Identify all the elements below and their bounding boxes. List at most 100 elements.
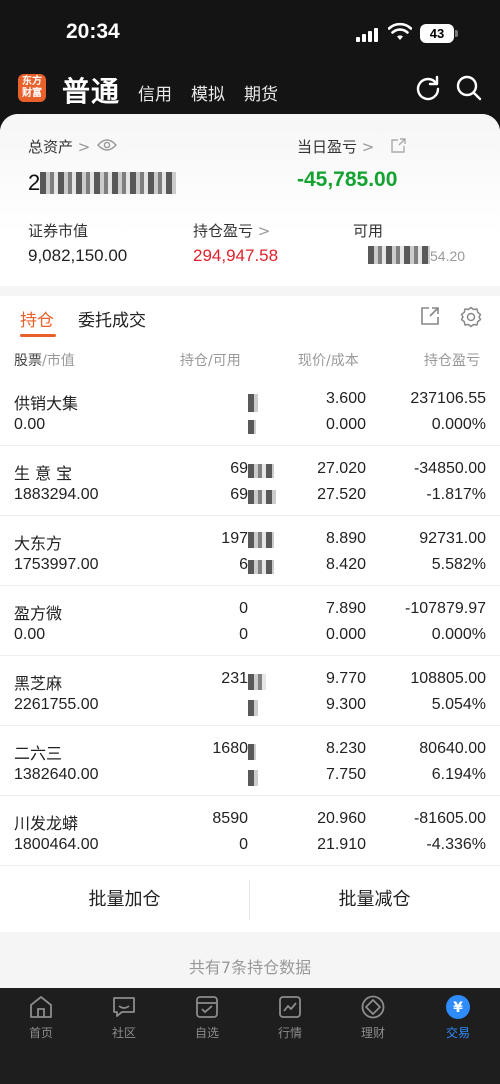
battery-indicator: 43 xyxy=(420,24,458,43)
stock-name: 生 意 宝 xyxy=(14,464,73,483)
holding-pnl-pct: -1.817% xyxy=(426,486,486,503)
available-qty: 0 xyxy=(239,626,248,643)
masked-quantity xyxy=(248,770,258,786)
tab-credit[interactable]: 信用 xyxy=(138,80,172,105)
holding-row[interactable]: 生 意 宝 1883294.00 69 69 27.020 27.520 -34850.00… xyxy=(0,446,500,516)
masked-quantity xyxy=(248,744,256,760)
holding-pnl-pct: 5.054% xyxy=(431,696,486,713)
market-value: 1883294.00 xyxy=(14,486,99,503)
cost-price: 0.000 xyxy=(325,626,366,643)
active-tab-indicator xyxy=(20,334,56,337)
position-qty: 8590 xyxy=(212,810,248,827)
daily-pnl-label[interactable]: 当日盈亏 > xyxy=(297,136,374,157)
masked-quantity xyxy=(248,420,256,434)
market-value: 2261755.00 xyxy=(14,696,99,713)
total-assets-label[interactable]: 总资产 > xyxy=(28,136,90,157)
nav-watchlist[interactable]: 自选 xyxy=(177,994,237,1041)
holding-row[interactable]: 供销大集 0.00 3.600 0.000 237106.55 0.000% xyxy=(0,376,500,446)
stock-name: 大东方 xyxy=(14,534,63,553)
position-pnl-value: 294,947.58 xyxy=(193,246,279,265)
position-qty: 69 xyxy=(230,460,248,477)
position-qty: 1680 xyxy=(212,740,248,757)
current-price: 3.600 xyxy=(325,390,366,407)
holding-pnl: 237106.55 xyxy=(410,390,486,407)
available-label: 可用 xyxy=(353,222,384,240)
stock-name: 二六三 xyxy=(14,744,63,763)
masked-quantity xyxy=(248,490,276,504)
stock-name: 黑芝麻 xyxy=(14,674,63,693)
account-mode-title[interactable]: 普通 xyxy=(62,70,120,110)
available-qty: 69 xyxy=(230,486,248,503)
holding-row[interactable]: 盈方微 0.00 0 0 7.890 0.000 -107879.97 0.000% xyxy=(0,586,500,656)
nav-wealth[interactable]: 理财 xyxy=(343,994,403,1041)
nav-community[interactable]: 社区 xyxy=(94,994,154,1041)
refresh-icon[interactable] xyxy=(414,74,442,102)
holding-pnl: 92731.00 xyxy=(419,530,486,547)
tab-futures[interactable]: 期货 xyxy=(244,80,278,105)
available-value: 54.20 xyxy=(430,248,466,264)
tab-holdings[interactable]: 持仓 xyxy=(20,306,54,331)
holding-pnl: -34850.00 xyxy=(413,460,486,477)
app-logo: 东方财富 xyxy=(18,74,46,102)
current-price: 8.230 xyxy=(325,740,366,757)
masked-quantity xyxy=(248,464,274,478)
current-price: 27.020 xyxy=(317,460,366,477)
export-icon[interactable] xyxy=(420,306,440,326)
market-value: 0.00 xyxy=(14,416,46,433)
masked-quantity xyxy=(248,560,274,574)
available-qty: 0 xyxy=(239,836,248,853)
cost-price: 21.910 xyxy=(317,836,366,853)
col-position-pnl: 持仓盈亏 xyxy=(424,353,480,369)
col-position-available: 持仓/可用 xyxy=(180,353,241,369)
cost-price: 27.520 xyxy=(317,486,366,503)
home-icon xyxy=(30,996,52,1018)
holding-pnl: 108805.00 xyxy=(410,670,486,687)
nav-home[interactable]: 首页 xyxy=(11,994,71,1041)
tab-simulation[interactable]: 模拟 xyxy=(191,80,225,105)
holding-pnl-pct: 0.000% xyxy=(431,416,486,433)
masked-quantity xyxy=(248,532,274,548)
holding-pnl: -107879.97 xyxy=(405,600,486,617)
batch-add-button[interactable]: 批量加仓 xyxy=(0,870,249,930)
bottom-navigation: 首页 社区 自选 行情 理财 ¥ 交易 xyxy=(0,988,500,1084)
cost-price: 0.000 xyxy=(325,416,366,433)
eye-icon[interactable] xyxy=(97,138,117,152)
settings-gear-icon[interactable] xyxy=(460,306,482,328)
total-assets-value: 2 xyxy=(28,170,41,195)
cellular-signal-icon xyxy=(356,26,380,42)
wifi-icon xyxy=(388,22,412,40)
stock-name: 盈方微 xyxy=(14,604,63,623)
nav-market[interactable]: 行情 xyxy=(260,994,320,1041)
trade-icon: ¥ xyxy=(446,995,470,1019)
asset-summary: 总资产 > 2 当日盈亏 > -45,785.00 证券市值 9,082,150… xyxy=(0,114,500,286)
market-value: 1800464.00 xyxy=(14,836,99,853)
holding-pnl-pct: 6.194% xyxy=(431,766,486,783)
nav-trade[interactable]: ¥ 交易 xyxy=(428,994,488,1041)
holding-row[interactable]: 大东方 1753997.00 197 6 8.890 8.420 92731.00 5.582… xyxy=(0,516,500,586)
cost-price: 9.300 xyxy=(325,696,366,713)
search-icon[interactable] xyxy=(455,74,483,102)
tab-orders[interactable]: 委托成交 xyxy=(78,306,146,331)
holding-row[interactable]: 川发龙蟒 1800464.00 8590 0 20.960 21.910 -81605.00… xyxy=(0,796,500,866)
holding-row[interactable]: 二六三 1382640.00 1680 8.230 7.750 80640.00 6.194… xyxy=(0,726,500,796)
market-icon xyxy=(279,996,301,1018)
batch-reduce-button[interactable]: 批量减仓 xyxy=(250,870,499,930)
stock-name: 供销大集 xyxy=(14,394,79,413)
community-icon xyxy=(113,997,135,1017)
position-qty: 0 xyxy=(239,600,248,617)
masked-available xyxy=(368,246,430,264)
market-value: 1382640.00 xyxy=(14,766,99,783)
position-pnl-label[interactable]: 持仓盈亏 > xyxy=(193,220,270,241)
holding-row[interactable]: 黑芝麻 2261755.00 231 9.770 9.300 108805.00 5.054… xyxy=(0,656,500,726)
holding-pnl-pct: 0.000% xyxy=(431,626,486,643)
cost-price: 8.420 xyxy=(325,556,366,573)
masked-quantity xyxy=(248,394,258,412)
market-value-value: 9,082,150.00 xyxy=(28,246,128,265)
masked-quantity xyxy=(248,700,258,716)
market-value: 1753997.00 xyxy=(14,556,99,573)
holding-pnl: -81605.00 xyxy=(413,810,486,827)
main-card: 总资产 > 2 当日盈亏 > -45,785.00 证券市值 9,082,150… xyxy=(0,114,500,988)
share-icon[interactable] xyxy=(390,138,406,154)
position-qty: 197 xyxy=(221,530,248,547)
watchlist-icon xyxy=(196,996,218,1018)
